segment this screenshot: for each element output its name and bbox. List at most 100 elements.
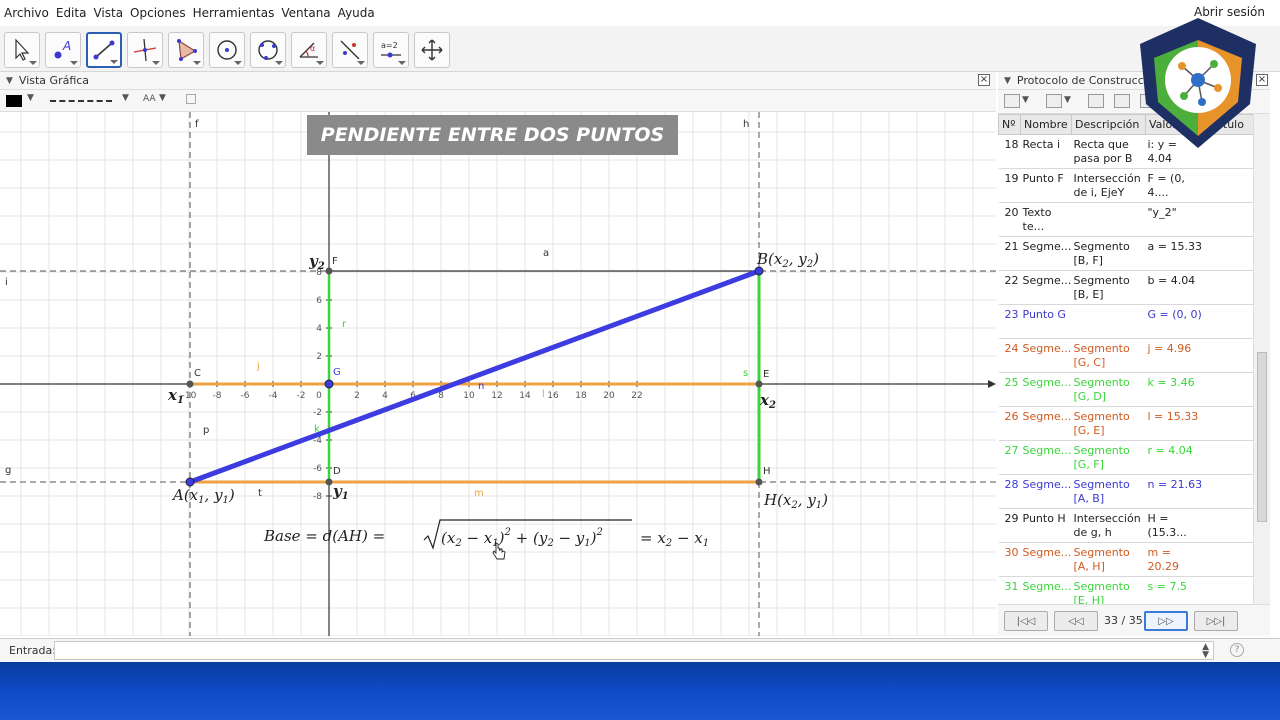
row-caption <box>1205 576 1253 604</box>
bottom-band <box>0 662 1280 720</box>
protocol-row[interactable]: 27 Segme... Segmento [G, F] r = 4.04 <box>998 440 1253 475</box>
columns-icon[interactable] <box>1004 94 1020 108</box>
protocol-row[interactable]: 19 Punto F Intersección de i, EjeY F = (0, … <box>998 168 1253 203</box>
collapse-triangle-icon[interactable]: ▼ <box>1004 76 1011 86</box>
angle-tool-button[interactable]: α <box>291 32 327 68</box>
protocol-row[interactable]: 21 Segme... Segmento [B, F] a = 15.33 <box>998 236 1253 271</box>
undo-icon[interactable] <box>1088 94 1104 108</box>
label-F: F <box>332 256 338 267</box>
ellipse-tool-button[interactable] <box>250 32 286 68</box>
font-size-icon[interactable]: AA <box>143 94 156 104</box>
reflect-line-icon <box>340 40 360 60</box>
point-A-caption: A(x1, y1) <box>171 486 235 506</box>
y-tick-label: 4 <box>316 324 322 334</box>
col-header-description[interactable]: Descripción <box>1071 114 1146 135</box>
row-name: Punto G <box>1020 304 1072 339</box>
protocol-row[interactable]: 22 Segme... Segmento [B, E] b = 4.04 <box>998 270 1253 305</box>
reflect-tool-button[interactable] <box>332 32 368 68</box>
line-style-dashed-icon[interactable] <box>50 100 112 102</box>
protocol-row[interactable]: 26 Segme... Segmento [G, E] l = 15.33 <box>998 406 1253 441</box>
point-E <box>755 380 763 388</box>
label-g: g <box>5 465 11 476</box>
protocol-row[interactable]: 25 Segme... Segmento [G, D] k = 3.46 <box>998 372 1253 407</box>
lock-icon[interactable] <box>186 94 196 104</box>
row-name: Texto te... <box>1020 202 1072 237</box>
protocol-row[interactable]: 29 Punto H Intersección de g, hH = (15.3..… <box>998 508 1253 543</box>
x-tick-label: 2 <box>354 391 360 401</box>
protocol-row[interactable]: 20 Texto te... "y_2" <box>998 202 1253 237</box>
input-help-icon[interactable]: ? <box>1230 643 1244 657</box>
label-m: m <box>474 488 484 499</box>
row-caption <box>1205 372 1253 407</box>
polygon-tool-button[interactable] <box>168 32 204 68</box>
columns-dropdown-icon[interactable]: ▼ <box>1022 95 1029 105</box>
protocol-row[interactable]: 28 Segme... Segmento [A, B] n = 21.63 <box>998 474 1253 509</box>
circle-tool-button[interactable] <box>209 32 245 68</box>
label-C: C <box>194 368 201 379</box>
protocol-row[interactable]: 23 Punto G G = (0, 0) <box>998 304 1253 339</box>
y-tick-label: -6 <box>313 464 322 474</box>
x-axis-arrow <box>988 380 996 388</box>
menu-vista[interactable]: Vista <box>93 6 123 20</box>
toolbar: A α a=2 <box>0 26 1280 72</box>
move-tool-button[interactable] <box>4 32 40 68</box>
x-tick-label: 10 <box>463 391 475 401</box>
font-size-dropdown-icon[interactable]: ▼ <box>159 93 166 103</box>
collapse-triangle-icon[interactable]: ▼ <box>6 76 13 86</box>
close-graphics-view-icon[interactable]: × <box>978 74 990 86</box>
x-tick-label: 16 <box>547 391 559 401</box>
options-dropdown-icon[interactable]: ▼ <box>1064 95 1071 105</box>
circle-icon <box>217 40 237 60</box>
slider-tool-button[interactable]: a=2 <box>373 32 409 68</box>
row-value: a = 15.33 <box>1145 236 1206 271</box>
y2-annotation: y2 <box>308 252 325 272</box>
graphics-canvas[interactable]: -10 -8 -6 -4 -2 0 2 4 6 8 10 12 14 16 18 20 22 8 6 4 2 -2 -4-… <box>0 112 996 636</box>
nav-prev-button[interactable]: ◁◁ <box>1054 611 1098 631</box>
line-style-dropdown-icon[interactable]: ▼ <box>122 93 129 103</box>
row-number: 29 <box>998 508 1021 543</box>
menu-edita[interactable]: Edita <box>56 6 87 20</box>
signin-link[interactable]: Abrir sesión <box>1194 5 1265 19</box>
menu-ventana[interactable]: Ventana <box>281 6 330 20</box>
channel-logo <box>1140 18 1256 148</box>
print-icon[interactable] <box>1114 94 1130 108</box>
polygon-icon <box>177 39 197 61</box>
menu-bar: Archivo Edita Vista Opciones Herramienta… <box>0 0 1280 26</box>
row-value: l = 15.33 <box>1145 406 1206 441</box>
x-tick-label: 14 <box>519 391 531 401</box>
color-dropdown-icon[interactable]: ▼ <box>27 93 34 103</box>
protocol-scrollbar[interactable] <box>1253 114 1270 604</box>
row-description: Segmento [E, H] <box>1071 576 1146 604</box>
scroll-thumb[interactable] <box>1257 352 1267 522</box>
label-j: j <box>256 361 260 372</box>
color-swatch[interactable] <box>6 95 22 107</box>
menu-opciones[interactable]: Opciones <box>130 6 186 20</box>
point-tool-button[interactable]: A <box>45 32 81 68</box>
input-field[interactable]: ▲ ▼ <box>54 641 1214 660</box>
row-number: 28 <box>998 474 1021 509</box>
col-header-num[interactable]: Nº <box>998 114 1021 135</box>
menu-archivo[interactable]: Archivo <box>4 6 49 20</box>
input-spinner-icon[interactable]: ▲ ▼ <box>1202 643 1209 660</box>
row-name: Segme... <box>1020 270 1072 305</box>
menu-ayuda[interactable]: Ayuda <box>338 6 375 20</box>
segment-tool-button[interactable] <box>86 32 122 68</box>
point-G <box>324 379 334 389</box>
options-icon[interactable] <box>1046 94 1062 108</box>
cursor-arrow-icon <box>15 38 30 61</box>
protocol-row[interactable]: 31 Segme... Segmento [E, H] s = 7.5 <box>998 576 1253 604</box>
nav-first-button[interactable]: |◁◁ <box>1004 611 1048 631</box>
row-description <box>1071 202 1146 237</box>
row-name: Recta i <box>1020 134 1072 169</box>
protocol-row[interactable]: 24 Segme... Segmento [G, C] j = 4.96 <box>998 338 1253 373</box>
col-header-name[interactable]: Nombre <box>1020 114 1072 135</box>
move-view-tool-button[interactable] <box>414 32 450 68</box>
row-value: j = 4.96 <box>1145 338 1206 373</box>
nav-next-button[interactable]: ▷▷ <box>1144 611 1188 631</box>
row-number: 18 <box>998 134 1021 169</box>
menu-herramientas[interactable]: Herramientas <box>193 6 275 20</box>
x-tick-label: 0 <box>316 391 322 401</box>
perpendicular-line-tool-button[interactable] <box>127 32 163 68</box>
protocol-row[interactable]: 30 Segme... Segmento [A, H] m = 20.29 <box>998 542 1253 577</box>
nav-last-button[interactable]: ▷▷| <box>1194 611 1238 631</box>
